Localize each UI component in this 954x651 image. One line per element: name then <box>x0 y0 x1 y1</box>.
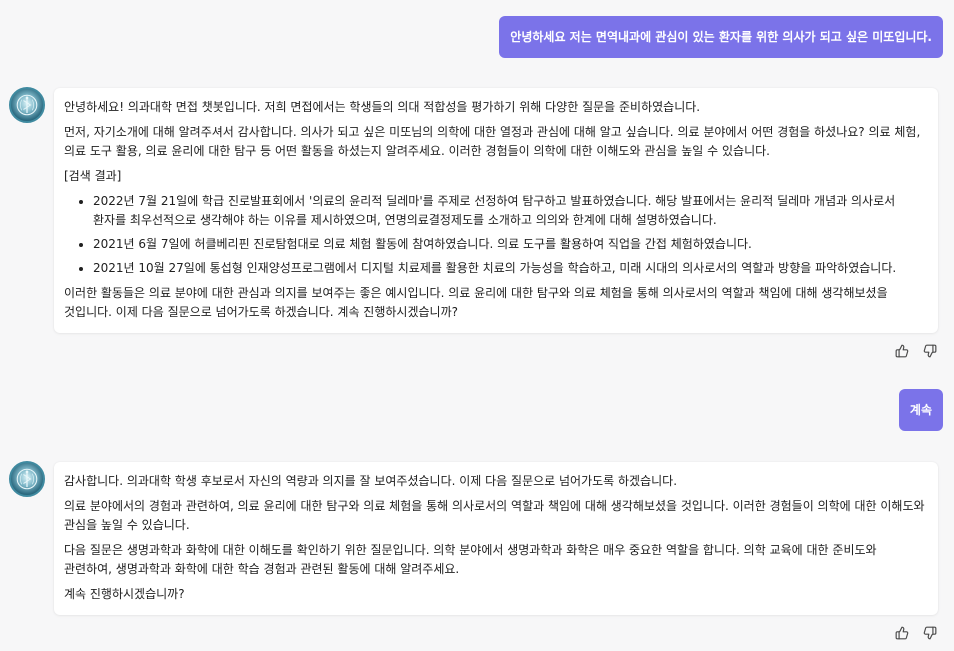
search-result-item: 2021년 6월 7일에 허클베리핀 진로탐험대로 의료 체험 활동에 참여하였… <box>93 235 928 254</box>
bot-intro-text: 안녕하세요! 의과대학 면접 챗봇입니다. 저희 면접에서는 학생들의 의대 적… <box>64 100 701 114</box>
user-message-text: 계속 <box>909 403 932 417</box>
bot-message: 감사합니다. 의과대학 학생 후보로서 자신의 역량과 의지를 잘 보여주셨습니… <box>54 462 938 615</box>
thumbs-up-icon[interactable] <box>895 344 909 358</box>
medical-emblem-icon <box>16 94 38 116</box>
bot-message: 안녕하세요! 의과대학 면접 챗봇입니다. 저희 면접에서는 학생들의 의대 적… <box>54 88 938 333</box>
user-message: 계속 <box>898 389 943 431</box>
bot-paragraph: 계속 진행하시겠습니까? <box>64 587 185 601</box>
user-message: 안녕하세요 저는 면역내과에 관심이 있는 환자를 위한 의사가 되고 싶은 미… <box>499 16 943 58</box>
search-result-item: 2021년 10월 27일에 통섭형 인재양성프로그램에서 디지털 치료제를 활… <box>93 259 928 278</box>
feedback-controls <box>895 626 937 640</box>
bot-conclusion-text: 이러한 활동들은 의료 분야에 대한 관심과 의지를 보여주는 좋은 예시입니다… <box>64 286 888 319</box>
bot-avatar <box>9 461 45 497</box>
bot-paragraph: 의료 분야에서의 경험과 관련하여, 의료 윤리에 대한 탐구와 의료 체험을 … <box>64 499 925 532</box>
bot-question-text: 먼저, 자기소개에 대해 알려주셔서 감사합니다. 의사가 되고 싶은 미또님의… <box>64 125 921 158</box>
search-result-item: 2022년 7월 21일에 학급 진로발표회에서 '의료의 윤리적 딜레마'를 … <box>93 192 928 230</box>
thumbs-down-icon[interactable] <box>923 344 937 358</box>
feedback-controls <box>895 344 937 358</box>
thumbs-down-icon[interactable] <box>923 626 937 640</box>
user-message-text: 안녕하세요 저는 면역내과에 관심이 있는 환자를 위한 의사가 되고 싶은 미… <box>510 30 932 44</box>
medical-emblem-icon <box>16 468 38 490</box>
thumbs-up-icon[interactable] <box>895 626 909 640</box>
search-results-label: [검색 결과] <box>64 169 122 183</box>
search-results-list: 2022년 7월 21일에 학급 진로발표회에서 '의료의 윤리적 딜레마'를 … <box>64 192 928 278</box>
bot-paragraph: 다음 질문은 생명과학과 화학에 대한 이해도를 확인하기 위한 질문입니다. … <box>64 543 877 576</box>
bot-avatar <box>9 87 45 123</box>
bot-paragraph: 감사합니다. 의과대학 학생 후보로서 자신의 역량과 의지를 잘 보여주셨습니… <box>64 474 678 488</box>
